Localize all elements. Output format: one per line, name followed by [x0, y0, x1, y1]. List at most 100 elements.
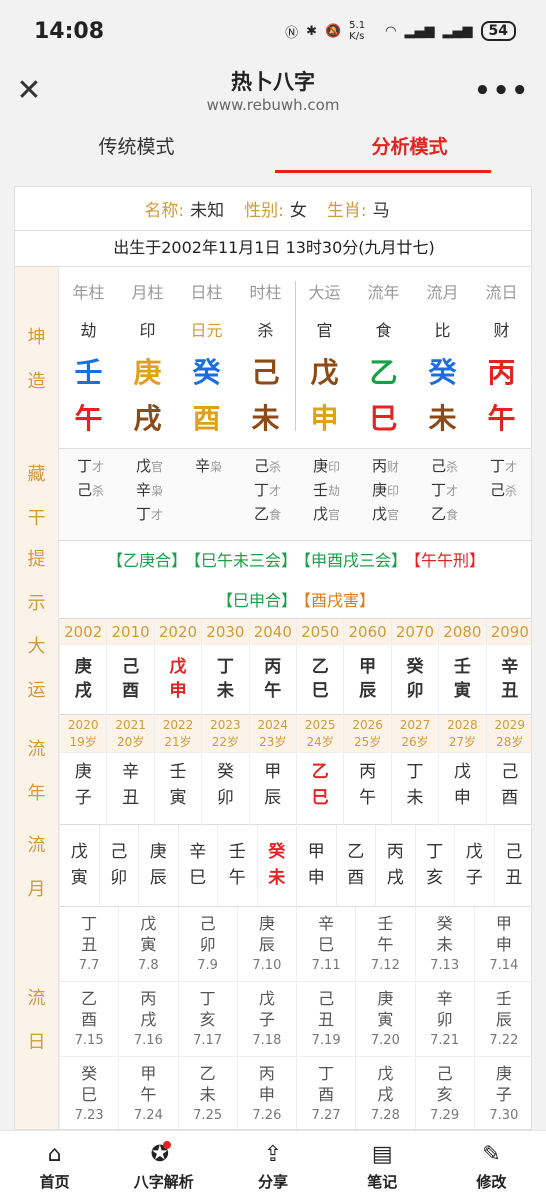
- canggan-entry: 壬劫: [313, 479, 340, 503]
- liuyue-zhi: 午: [228, 868, 246, 888]
- nav-share[interactable]: ⇪ 分享: [218, 1131, 327, 1200]
- liuri-cell[interactable]: 戊子 7.18: [236, 982, 296, 1057]
- liuri-cell[interactable]: 庚寅 7.20: [355, 982, 415, 1057]
- liunian-cell[interactable]: 2027 26岁丁未: [390, 715, 439, 825]
- liuri-date: 7.15: [74, 1033, 104, 1048]
- nav-bazi[interactable]: ✪ 八字解析: [109, 1131, 218, 1200]
- liuri-zhi: 卯: [436, 1010, 453, 1029]
- dayun-cell[interactable]: 2090 辛丑: [485, 619, 531, 715]
- liuri-cell[interactable]: 庚辰 7.10: [236, 907, 296, 982]
- liunian-cell[interactable]: 2024 23岁甲辰: [248, 715, 296, 825]
- liunian-gan: 戊: [453, 762, 471, 782]
- liuri-cell[interactable]: 甲午 7.24: [118, 1057, 177, 1129]
- liuri-cell[interactable]: 乙酉 7.15: [59, 982, 119, 1057]
- canggan-shishen: 官: [387, 508, 400, 522]
- liuri-cell[interactable]: 戊寅 7.8: [118, 907, 178, 982]
- dayun-cell[interactable]: 2070 癸卯: [390, 619, 439, 715]
- liuyue-cell[interactable]: 丙戌: [375, 825, 415, 907]
- signal-icon: ▂▄▆: [404, 23, 435, 39]
- dayun-cell[interactable]: 2080 壬寅: [438, 619, 486, 715]
- liunian-cell[interactable]: 2020 19岁庚子: [59, 715, 107, 825]
- liunian-cell[interactable]: 2023 22岁癸卯: [201, 715, 249, 825]
- liuyue-cell[interactable]: 丁亥: [414, 825, 455, 907]
- liuri-cell[interactable]: 丙申 7.26: [236, 1057, 296, 1129]
- liuri-cell[interactable]: 丁酉 7.27: [296, 1057, 355, 1129]
- liunian-gan: 丙: [359, 762, 377, 782]
- dayun-year: 2050: [297, 619, 344, 645]
- liuyue-cell[interactable]: 癸未: [256, 825, 297, 907]
- kunzao-label: 坤 造: [15, 267, 59, 449]
- pillars-section: 坤 造 年柱劫壬午月柱印庚戌日柱 日元癸酉时柱杀己未大运官戊申流年食乙巳流月比癸未…: [15, 267, 531, 449]
- dayun-cell[interactable]: 2050 乙巳: [296, 619, 344, 715]
- canggan-entry: 庚印: [372, 479, 399, 503]
- dayun-cell[interactable]: 2002 庚戌: [59, 619, 107, 715]
- dayun-cell[interactable]: 2040 丙午: [248, 619, 296, 715]
- liunian-zhi: 未: [406, 788, 424, 808]
- liuri-cell[interactable]: 癸巳 7.23: [59, 1057, 118, 1129]
- liuyue-cell[interactable]: 辛巳: [177, 825, 218, 907]
- liunian-zhi: 卯: [216, 788, 234, 808]
- liuyue-cell[interactable]: 壬午: [217, 825, 257, 907]
- liuri-cell[interactable]: 丁亥 7.17: [177, 982, 237, 1057]
- nav-edit[interactable]: ✎ 修改: [437, 1131, 546, 1200]
- page-title: 热卜八字: [231, 70, 315, 94]
- liuri-section: 流 日 丁丑 7.7 戊寅 7.8 己卯 7.9 庚辰 7.10 辛巳 7.11 壬午 7.12 癸未 7…: [15, 907, 531, 1129]
- liuyue-cell[interactable]: 乙酉: [335, 825, 376, 907]
- liuri-cell[interactable]: 丁丑 7.7: [59, 907, 119, 982]
- liuyue-cell[interactable]: 戊子: [454, 825, 494, 907]
- canggan-column: 丁才 己杀: [77, 455, 104, 503]
- dayun-cell[interactable]: 2030 丁未: [201, 619, 249, 715]
- liunian-cell[interactable]: 2025 24岁乙巳: [296, 715, 344, 825]
- liuri-cell[interactable]: 乙未 7.25: [177, 1057, 237, 1129]
- liuri-cell[interactable]: 己卯 7.9: [177, 907, 237, 982]
- nav-notes[interactable]: ▤ 笔记: [328, 1131, 437, 1200]
- canggan-shishen: 印: [328, 460, 341, 474]
- liunian-cell[interactable]: 2021 20岁辛丑: [106, 715, 154, 825]
- name-label: 名称:: [144, 201, 185, 221]
- liuyue-cell[interactable]: 庚辰: [138, 825, 178, 907]
- liunian-zhi: 丑: [122, 788, 140, 808]
- tab-analysis[interactable]: 分析模式: [273, 124, 546, 174]
- liunian-cell[interactable]: 2029 28岁己酉: [485, 715, 531, 825]
- dayun-cell[interactable]: 2020 戊申: [153, 619, 202, 715]
- dayun-zhi: 巳: [311, 681, 329, 701]
- liuri-cell[interactable]: 庚子 7.30: [473, 1057, 531, 1129]
- liuyue-zhi: 亥: [426, 868, 444, 888]
- liuri-date: 7.17: [193, 1033, 223, 1048]
- tab-traditional[interactable]: 传统模式: [0, 124, 273, 174]
- liuri-cell[interactable]: 辛巳 7.11: [296, 907, 356, 982]
- bazi-chart: 名称: 未知 性别: 女 生肖: 马 出生于2002年11月1日 13时30分(…: [14, 186, 532, 1130]
- liunian-cell[interactable]: 2022 21岁壬寅: [153, 715, 202, 825]
- liuri-cell[interactable]: 戊戌 7.28: [355, 1057, 414, 1129]
- liunian-ganzhi: 乙巳: [297, 759, 343, 811]
- liunian-cell[interactable]: 2028 27岁戊申: [438, 715, 486, 825]
- liuri-cell[interactable]: 癸未 7.13: [414, 907, 474, 982]
- more-icon[interactable]: •••: [474, 76, 530, 106]
- dayun-zhi: 酉: [122, 681, 140, 701]
- liunian-year: 2026: [352, 718, 383, 732]
- liuri-cell[interactable]: 丙戌 7.16: [118, 982, 178, 1057]
- dayun-ganzhi: 癸卯: [392, 655, 438, 703]
- liuyue-cell[interactable]: 甲申: [296, 825, 336, 907]
- dayun-cell[interactable]: 2060 甲辰: [343, 619, 391, 715]
- dayun-ganzhi: 辛丑: [487, 655, 531, 703]
- liuyue-cell[interactable]: 己丑: [493, 825, 532, 907]
- nav-home[interactable]: ⌂ 首页: [0, 1131, 109, 1200]
- liuri-cell[interactable]: 壬午 7.12: [355, 907, 415, 982]
- liuri-cell[interactable]: 辛卯 7.21: [414, 982, 474, 1057]
- nav-edit-label: 修改: [476, 1173, 507, 1191]
- liuri-cell[interactable]: 己亥 7.29: [414, 1057, 474, 1129]
- liuri-cell[interactable]: 己丑 7.19: [296, 982, 356, 1057]
- liunian-gan: 辛: [122, 762, 140, 782]
- dayun-cell[interactable]: 2010 己酉: [106, 619, 154, 715]
- liuyue-cell[interactable]: 戊寅: [59, 825, 99, 907]
- liunian-year-box: 2028 27岁: [439, 715, 486, 753]
- canggan-shishen: 劫: [328, 484, 341, 498]
- liuri-gan: 甲: [495, 914, 512, 933]
- liuri-cell[interactable]: 甲申 7.14: [473, 907, 531, 982]
- dayun-ganzhi: 丁未: [202, 655, 248, 703]
- canggan-gan: 己: [77, 481, 93, 499]
- liuri-cell[interactable]: 壬辰 7.22: [473, 982, 531, 1057]
- liunian-cell[interactable]: 2026 25岁丙午: [343, 715, 391, 825]
- liuyue-cell[interactable]: 己卯: [98, 825, 139, 907]
